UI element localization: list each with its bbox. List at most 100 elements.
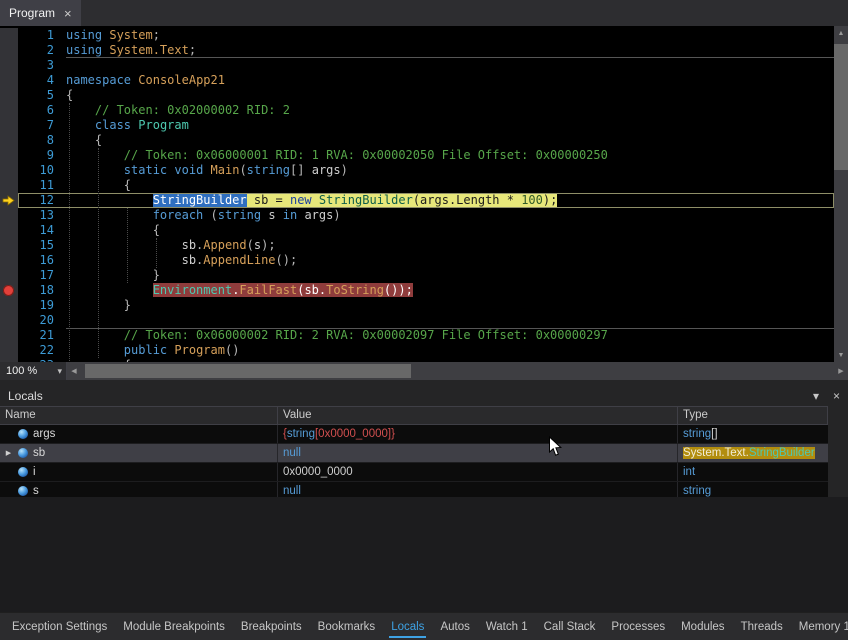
tool-tab-bookmarks[interactable]: Bookmarks (310, 613, 384, 640)
editor-vertical-scrollbar[interactable]: ▲ ▼ (834, 26, 848, 362)
code-line-text: class Program (54, 118, 848, 133)
text-segment: StringBuilder (749, 447, 815, 459)
tool-tab-memory-1[interactable]: Memory 1 (791, 613, 848, 640)
glyph-margin[interactable] (0, 208, 18, 223)
column-header-type[interactable]: Type (678, 407, 828, 424)
scroll-left-icon[interactable]: ◀ (67, 362, 81, 380)
tool-tab-watch-1[interactable]: Watch 1 (478, 613, 536, 640)
panel-close-icon[interactable]: × (833, 389, 840, 403)
glyph-margin[interactable] (0, 148, 18, 163)
code-line-2[interactable]: 2using System.Text; (0, 43, 848, 58)
text-segment (66, 148, 124, 162)
glyph-margin[interactable] (0, 88, 18, 103)
code-line-16[interactable]: 16 sb.AppendLine(); (0, 253, 848, 268)
code-line-3[interactable]: 3 (0, 58, 848, 73)
locals-row-args[interactable]: args{string[0x0000_0000]}string[] (0, 425, 828, 444)
glyph-margin[interactable] (0, 328, 18, 343)
column-header-value[interactable]: Value (278, 407, 678, 424)
glyph-margin[interactable] (0, 178, 18, 193)
code-line-5[interactable]: 5{ (0, 88, 848, 103)
code-line-text: } (54, 268, 848, 283)
line-number: 6 (18, 103, 54, 118)
glyph-margin[interactable] (0, 28, 18, 43)
panel-menu-icon[interactable]: ▾ (813, 389, 819, 403)
code-line-9[interactable]: 9 // Token: 0x06000001 RID: 1 RVA: 0x000… (0, 148, 848, 163)
locals-grid-rows: args{string[0x0000_0000]}string[]▶sbnull… (0, 425, 828, 501)
glyph-margin[interactable] (0, 193, 18, 208)
code-line-1[interactable]: 1using System; (0, 28, 848, 43)
line-number: 12 (18, 193, 54, 208)
code-line-21[interactable]: 21 // Token: 0x06000002 RID: 2 RVA: 0x00… (0, 328, 848, 343)
glyph-margin[interactable] (0, 43, 18, 58)
code-line-17[interactable]: 17 } (0, 268, 848, 283)
code-line-15[interactable]: 15 sb.Append(s); (0, 238, 848, 253)
text-segment: StringBuilder (319, 193, 413, 207)
tool-tab-breakpoints[interactable]: Breakpoints (233, 613, 310, 640)
column-header-name[interactable]: Name (0, 407, 278, 424)
code-line-text: using System.Text; (54, 43, 848, 58)
code-line-13[interactable]: 13 foreach (string s in args) (0, 208, 848, 223)
glyph-margin[interactable] (0, 298, 18, 313)
glyph-margin[interactable] (0, 268, 18, 283)
line-number: 3 (18, 58, 54, 73)
tab-program[interactable]: Program × (0, 0, 81, 26)
glyph-margin[interactable] (0, 118, 18, 133)
tool-tab-autos[interactable]: Autos (432, 613, 477, 640)
tab-close-icon[interactable]: × (64, 7, 72, 20)
tool-tab-processes[interactable]: Processes (603, 613, 673, 640)
glyph-margin[interactable] (0, 58, 18, 73)
tool-tab-modules[interactable]: Modules (673, 613, 732, 640)
tool-tab-exception-settings[interactable]: Exception Settings (4, 613, 115, 640)
glyph-margin[interactable] (0, 163, 18, 178)
glyph-margin[interactable] (0, 283, 18, 298)
text-segment: Append (203, 238, 246, 252)
locals-row-sb[interactable]: ▶sbnullSystem.Text.StringBuilder (0, 444, 828, 463)
code-line-4[interactable]: 4namespace ConsoleApp21 (0, 73, 848, 88)
code-editor[interactable]: 1using System;2using System.Text;34names… (0, 26, 848, 362)
code-line-7[interactable]: 7 class Program (0, 118, 848, 133)
zoom-level-value: 100 % (6, 365, 37, 377)
glyph-margin[interactable] (0, 253, 18, 268)
editor-bottom-bar: 100 % ▾ ◀ ▶ (0, 362, 848, 380)
zoom-level-select[interactable]: 100 % ▾ (0, 362, 67, 380)
tool-tab-threads[interactable]: Threads (733, 613, 791, 640)
code-line-11[interactable]: 11 { (0, 178, 848, 193)
locals-value-cell[interactable]: {string[0x0000_0000]} (278, 425, 678, 443)
tool-tab-call-stack[interactable]: Call Stack (536, 613, 604, 640)
text-segment: ToString (326, 283, 384, 297)
scroll-right-icon[interactable]: ▶ (834, 362, 848, 380)
glyph-margin[interactable] (0, 313, 18, 328)
code-line-14[interactable]: 14 { (0, 223, 848, 238)
code-line-8[interactable]: 8 { (0, 133, 848, 148)
editor-horizontal-scrollbar[interactable]: ◀ ▶ (67, 362, 848, 380)
glyph-margin[interactable] (0, 133, 18, 148)
code-line-text: public Program() (54, 343, 848, 358)
text-segment: System.Text (109, 43, 188, 57)
code-line-12[interactable]: 12 StringBuilder sb = new StringBuilder(… (0, 193, 848, 208)
code-line-19[interactable]: 19 } (0, 298, 848, 313)
locals-value-cell[interactable]: null (278, 444, 678, 462)
code-line-22[interactable]: 22 public Program() (0, 343, 848, 358)
code-line-10[interactable]: 10 static void Main(string[] args) (0, 163, 848, 178)
text-segment: s (261, 208, 283, 222)
code-line-18[interactable]: 18 Environment.FailFast(sb.ToString()); (0, 283, 848, 298)
glyph-margin[interactable] (0, 223, 18, 238)
code-line-20[interactable]: 20 (0, 313, 848, 328)
scroll-up-icon[interactable]: ▲ (834, 26, 848, 40)
tool-tab-module-breakpoints[interactable]: Module Breakpoints (115, 613, 233, 640)
expander-icon[interactable]: ▶ (4, 449, 13, 457)
horizontal-scrollbar-thumb[interactable] (85, 364, 411, 378)
glyph-margin[interactable] (0, 73, 18, 88)
text-segment: void (174, 163, 203, 177)
breakpoint-icon[interactable] (3, 285, 14, 296)
locals-row-i[interactable]: i0x0000_0000int (0, 463, 828, 482)
vertical-scrollbar-thumb[interactable] (834, 44, 848, 170)
document-tab-bar: Program × (0, 0, 848, 26)
tool-tab-locals[interactable]: Locals (383, 613, 432, 640)
code-line-6[interactable]: 6 // Token: 0x02000002 RID: 2 (0, 103, 848, 118)
locals-value-cell[interactable]: 0x0000_0000 (278, 463, 678, 481)
glyph-margin[interactable] (0, 238, 18, 253)
glyph-margin[interactable] (0, 103, 18, 118)
scroll-down-icon[interactable]: ▼ (834, 348, 848, 362)
glyph-margin[interactable] (0, 343, 18, 358)
